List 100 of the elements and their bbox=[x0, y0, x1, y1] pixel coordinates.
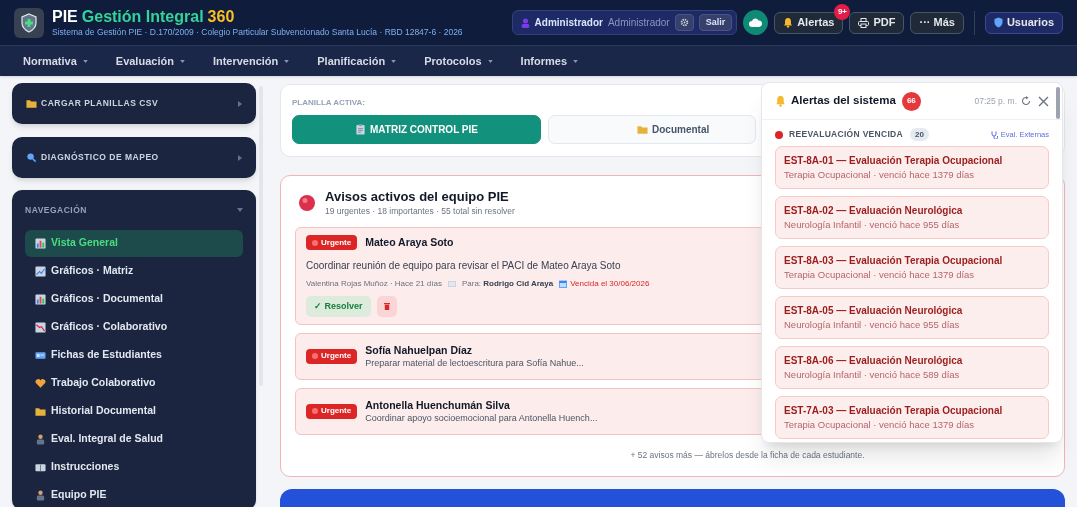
section-count-badge: 20 bbox=[910, 128, 929, 141]
caret-icon bbox=[238, 100, 242, 107]
sidebar-nav-item[interactable]: Fichas de Estudiantes bbox=[25, 341, 243, 369]
menu-item[interactable]: Planificación bbox=[304, 46, 410, 76]
users-button[interactable]: Usuarios bbox=[984, 11, 1063, 34]
trash-icon bbox=[383, 302, 390, 310]
sidebar-nav-item[interactable]: Gráficos · Documental bbox=[25, 285, 243, 313]
alert-detail: Neurología Infantil · venció hace 955 días bbox=[784, 217, 961, 232]
alerts-count-badge: 9+ bbox=[834, 3, 851, 20]
heart-icon bbox=[35, 377, 46, 389]
shield-logo-icon bbox=[14, 7, 44, 38]
bell-icon bbox=[775, 95, 786, 107]
shield-icon bbox=[993, 17, 1003, 28]
alert-detail: Terapia Ocupacional · venció hace 1379 días bbox=[784, 167, 976, 182]
sidebar-nav-item[interactable]: Historial Documental bbox=[25, 397, 243, 425]
sidebar-nav-item[interactable]: Trabajo Colaborativo bbox=[25, 369, 243, 397]
clipboard-icon bbox=[355, 124, 366, 135]
folder-icon bbox=[35, 405, 46, 417]
alert-detail: Terapia Ocupacional · venció hace 1379 días bbox=[784, 417, 976, 432]
sheet-label: PLANILLA ACTIVA: bbox=[292, 97, 366, 109]
caret-icon bbox=[391, 59, 397, 63]
student-name: Antonella Huenchumán Silva bbox=[365, 397, 511, 412]
menu-item[interactable]: Normativa bbox=[10, 46, 101, 76]
sidebar-nav-item[interactable]: Instrucciones bbox=[25, 453, 243, 481]
user-name: Administrador bbox=[534, 16, 603, 30]
alert-detail: Neurología Infantil · venció hace 589 días bbox=[784, 367, 961, 382]
navigation-heading: NAVEGACIÓN bbox=[25, 204, 87, 217]
bell-icon bbox=[783, 17, 794, 28]
sidebar-nav-item[interactable]: Vista General bbox=[25, 229, 243, 257]
menu-item[interactable]: Evaluación bbox=[102, 46, 198, 76]
sheet-tab[interactable]: MATRIZ CONTROL PIE bbox=[292, 115, 541, 144]
sheet-tab[interactable]: Documental bbox=[548, 115, 756, 144]
notice-recipient: Para: Rodrigo Cid Araya bbox=[461, 277, 554, 290]
sidebar-nav-item[interactable]: Eval. Integral de Salud bbox=[25, 425, 243, 453]
folder-icon bbox=[637, 124, 648, 135]
logout-button[interactable]: Salir bbox=[698, 14, 733, 31]
caret-icon bbox=[487, 59, 493, 63]
alert-detail: Terapia Ocupacional · venció hace 1379 días bbox=[784, 267, 976, 282]
status-dot-icon bbox=[775, 130, 783, 139]
delete-button[interactable] bbox=[376, 295, 397, 317]
urgent-badge: Urgente bbox=[306, 403, 358, 419]
alert-title: EST-8A-01 — Evaluación Terapia Ocupacional bbox=[784, 153, 1004, 168]
person-icon bbox=[35, 433, 46, 445]
alert-card[interactable]: EST-7A-03 — Evaluación Terapia Ocupacional Terapia Ocupacional · venció hace 1379 días bbox=[775, 396, 1049, 439]
student-name: Mateo Araya Soto bbox=[365, 235, 454, 250]
close-icon[interactable] bbox=[1038, 95, 1049, 107]
app-title: Gestión Integral bbox=[81, 7, 204, 26]
user-role: Administrador bbox=[607, 16, 670, 30]
app-title: 360 bbox=[207, 7, 235, 26]
caret-icon bbox=[284, 59, 290, 63]
sidebar-nav-item[interactable]: Gráficos · Colaborativo bbox=[25, 313, 243, 341]
alert-title: EST-8A-03 — Evaluación Terapia Ocupacional bbox=[784, 253, 1004, 268]
more-button[interactable]: ··· Más bbox=[910, 11, 964, 34]
notices-title: Avisos activos del equipo PIE bbox=[325, 189, 510, 205]
printer-icon bbox=[858, 17, 870, 28]
sidebar-panel-button[interactable]: DIAGNÓSTICO DE MAPEO bbox=[12, 137, 256, 178]
more-notices-text: + 52 avisos más — ábrelos desde la ficha de cada estudiante. bbox=[629, 448, 866, 462]
notice-text: Coordinar reunión de equipo para revisar el PACI de Mateo Araya Soto bbox=[306, 258, 621, 273]
stethoscope-icon bbox=[990, 130, 999, 139]
calendar-icon bbox=[559, 279, 568, 288]
notice-author: Valentina Rojas Muñoz · Hace 21 días bbox=[306, 277, 442, 290]
notice-text: Preparar material de lectoescritura para Sofía Nahue... bbox=[365, 356, 584, 370]
alert-card[interactable]: EST-8A-05 — Evaluación Neurológica Neurología Infantil · venció hace 955 días bbox=[775, 296, 1049, 339]
alert-title: EST-8A-02 — Evaluación Neurológica bbox=[784, 203, 964, 218]
caret-icon bbox=[82, 59, 88, 63]
section-heading: REEVALUACIÓN VENCIDA bbox=[789, 128, 903, 141]
notices-summary: 19 urgentes · 18 importantes · 55 total sin resolver bbox=[325, 205, 515, 217]
id-card-icon bbox=[35, 349, 46, 361]
app-subtitle: Sistema de Gestión PIE · D.170/2009 · Colegio Particular Subvencionado Santa Lucía · RBD 12847-6 · 2026 bbox=[52, 25, 463, 38]
alert-card[interactable]: EST-8A-03 — Evaluación Terapia Ocupacional Terapia Ocupacional · venció hace 1379 días bbox=[775, 246, 1049, 289]
line-chart-icon bbox=[35, 265, 46, 277]
notice-text: Coordinar apoyo socioemocional para Antonella Huench... bbox=[365, 411, 598, 425]
pdf-button[interactable]: PDF bbox=[849, 11, 905, 34]
resolve-button[interactable]: ✓ Resolver bbox=[306, 295, 371, 317]
menu-item[interactable]: Informes bbox=[507, 46, 592, 76]
book-icon bbox=[35, 461, 46, 473]
urgent-badge: Urgente bbox=[306, 348, 358, 364]
cloud-button[interactable] bbox=[743, 10, 769, 35]
caret-icon bbox=[573, 59, 579, 63]
alert-card[interactable]: EST-8A-02 — Evaluación Neurológica Neurología Infantil · venció hace 955 días bbox=[775, 196, 1049, 239]
settings-button[interactable] bbox=[674, 14, 694, 31]
alert-card[interactable]: EST-8A-06 — Evaluación Neurológica Neurología Infantil · venció hace 589 días bbox=[775, 346, 1049, 389]
alert-card[interactable]: EST-8A-01 — Evaluación Terapia Ocupacional Terapia Ocupacional · venció hace 1379 días bbox=[775, 146, 1049, 189]
bar-chart-icon bbox=[35, 237, 46, 249]
menu-item[interactable]: Intervención bbox=[199, 46, 303, 76]
urgent-badge: Urgente bbox=[306, 235, 358, 251]
alert-title: EST-8A-06 — Evaluación Neurológica bbox=[784, 353, 964, 368]
alerts-title: Alertas del sistema bbox=[791, 93, 896, 109]
alert-detail: Neurología Infantil · venció hace 955 días bbox=[784, 317, 961, 332]
refresh-icon[interactable] bbox=[1021, 96, 1031, 106]
caret-icon bbox=[237, 208, 243, 213]
app-title: PIE bbox=[52, 7, 78, 26]
sidebar-nav-item[interactable]: Gráficos · Matriz bbox=[25, 257, 243, 285]
sidebar-panel-button[interactable]: CARGAR PLANILLAS CSV bbox=[12, 83, 256, 124]
sidebar-nav-item[interactable]: Equipo PIE bbox=[25, 481, 243, 507]
person-icon bbox=[35, 489, 46, 501]
cloud-icon bbox=[749, 18, 763, 27]
alerts-time: 07:25 p. m. bbox=[974, 94, 1017, 108]
search-icon bbox=[26, 152, 37, 163]
menu-item[interactable]: Protocolos bbox=[411, 46, 506, 76]
